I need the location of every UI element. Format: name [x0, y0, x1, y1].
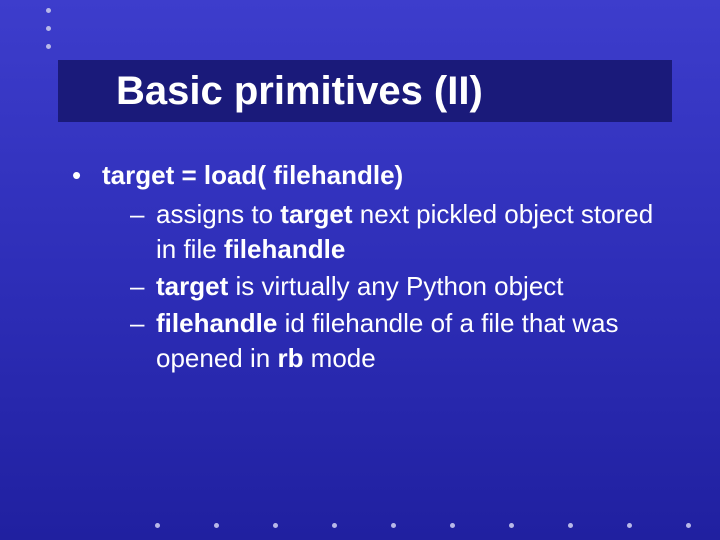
dot-icon	[509, 523, 514, 528]
bullet-level1: • target = load( filehandle)	[72, 158, 660, 193]
bullet-text: assigns to target next pickled object st…	[156, 197, 660, 267]
text-bold: filehandle	[156, 308, 277, 338]
text-bold: target	[156, 271, 228, 301]
text-bold: rb	[277, 343, 303, 373]
dot-icon	[46, 26, 51, 31]
dot-icon	[568, 523, 573, 528]
dot-icon	[214, 523, 219, 528]
text-bold: filehandle	[224, 234, 345, 264]
text-run: assigns to	[156, 199, 280, 229]
dash-marker: –	[130, 306, 156, 376]
dot-icon	[273, 523, 278, 528]
dot-icon	[332, 523, 337, 528]
dot-icon	[391, 523, 396, 528]
bullet-text: filehandle id filehandle of a file that …	[156, 306, 660, 376]
decorative-dots-top	[46, 8, 51, 49]
bullet-level2: – target is virtually any Python object	[130, 269, 660, 304]
bullet-level2: – assigns to target next pickled object …	[130, 197, 660, 267]
text-bold: target	[280, 199, 352, 229]
dot-icon	[627, 523, 632, 528]
text-run: mode	[303, 343, 375, 373]
text-run: is virtually any Python object	[228, 271, 563, 301]
dot-icon	[686, 523, 691, 528]
title-bar: Basic primitives (II)	[58, 60, 672, 122]
dot-icon	[155, 523, 160, 528]
slide-title: Basic primitives (II)	[116, 69, 483, 114]
bullet-text: target is virtually any Python object	[156, 269, 660, 304]
dot-icon	[46, 8, 51, 13]
dash-marker: –	[130, 197, 156, 267]
bullet-marker: •	[72, 158, 102, 193]
dot-icon	[450, 523, 455, 528]
dash-marker: –	[130, 269, 156, 304]
slide-content: • target = load( filehandle) – assigns t…	[72, 158, 660, 379]
decorative-dots-bottom	[155, 523, 691, 528]
bullet-level2: – filehandle id filehandle of a file tha…	[130, 306, 660, 376]
dot-icon	[46, 44, 51, 49]
bullet-text: target = load( filehandle)	[102, 158, 660, 193]
